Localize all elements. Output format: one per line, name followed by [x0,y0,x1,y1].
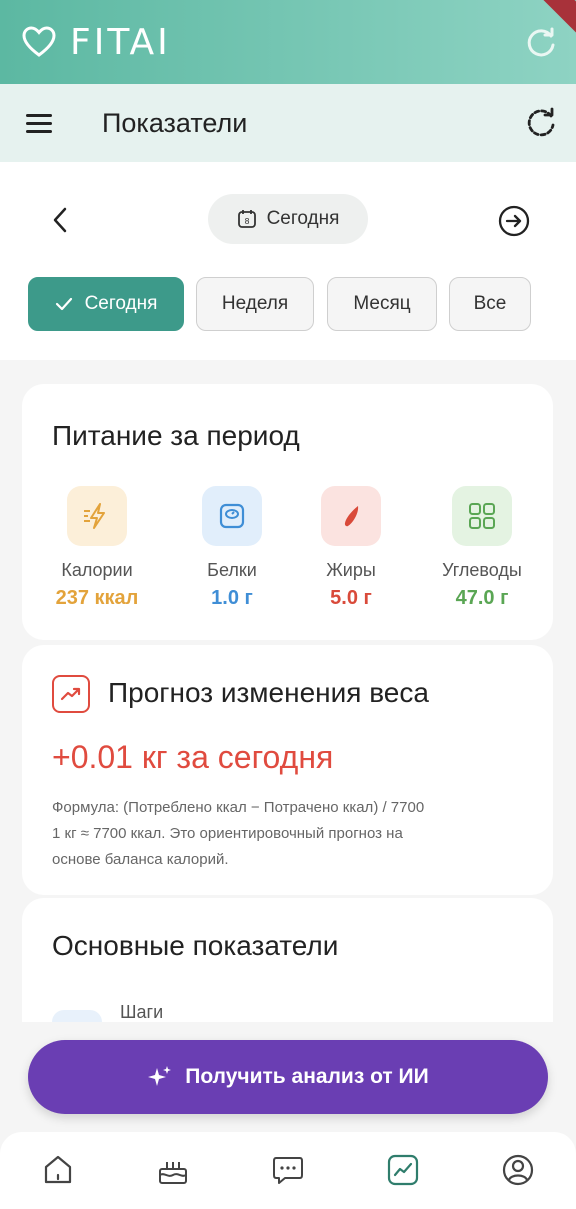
arrow-circle-right-icon [498,205,530,237]
nutrition-title: Питание за период [52,420,300,451]
heart-icon [22,26,56,57]
brand-bar: FITAI [0,0,576,84]
trend-up-icon [52,675,90,713]
home-icon[interactable] [40,1152,76,1188]
profile-icon[interactable] [500,1152,536,1188]
tab-all[interactable]: Все [449,277,531,331]
stats-icon[interactable] [385,1152,421,1188]
forecast-note: Формула: (Потреблено ккал − Потрачено кк… [52,795,424,873]
check-icon [55,297,72,311]
period-tabs: Сегодня Неделя Месяц Все [0,277,576,331]
bottom-nav [0,1132,576,1209]
main-metrics-card: Основные показатели Шаги [22,898,553,1022]
protein-value: 1.0 г [211,587,253,609]
ai-analysis-button[interactable]: Получить анализ от ИИ [28,1040,548,1114]
nutrition-carbs: Углеводы 47.0 г [422,486,542,610]
forecast-value: +0.01 кг за сегодня [52,739,334,775]
forecast-note-line: 1 кг ≈ 7700 ккал. Это ориентировочный пр… [52,825,403,842]
nutrition-calories: Калории 237 ккал [37,486,157,610]
nutrition-fat: Жиры 5.0 г [291,486,411,610]
date-selector: 8 Сегодня Сегодня Неделя Месяц Все [0,162,576,360]
tab-week-label: Неделя [221,293,289,314]
ai-analysis-label: Получить анализ от ИИ [185,1065,429,1088]
tab-all-label: Все [473,293,507,314]
next-date-button[interactable] [497,204,531,243]
carbs-label: Углеводы [442,560,522,580]
page-title: Показатели [102,108,248,138]
main-metrics-title: Основные показатели [52,930,339,961]
nutrition-protein: Белки 1.0 г [172,486,292,610]
nutrition-card: Питание за период Калории 237 ккал Белки… [22,384,553,640]
forecast-title: Прогноз изменения веса [108,677,429,708]
tab-month[interactable]: Месяц [327,277,437,331]
weight-forecast-card: Прогноз изменения веса +0.01 кг за сегод… [22,645,553,895]
forecast-note-line: Формула: (Потреблено ккал − Потрачено кк… [52,799,425,816]
fat-value: 5.0 г [330,587,372,609]
grid-icon [452,486,512,546]
calories-value: 237 ккал [55,587,139,609]
calories-label: Калории [61,560,133,580]
steps-icon [52,1010,102,1022]
chevron-left-icon [53,207,67,233]
refresh-icon[interactable] [524,106,558,145]
svg-text:8: 8 [244,217,249,226]
steps-label: Шаги [120,1002,164,1022]
drop-icon [321,486,381,546]
tab-week[interactable]: Неделя [196,277,314,331]
forecast-note-line: основе баланса калорий. [52,851,229,868]
sync-icon[interactable] [524,26,558,65]
cake-icon[interactable] [155,1152,191,1188]
fat-label: Жиры [326,560,376,580]
sparkle-icon [148,1066,172,1086]
chat-icon[interactable] [270,1152,306,1188]
tab-month-label: Месяц [353,293,411,314]
current-date-pill[interactable]: 8 Сегодня [208,194,368,244]
lightning-icon [67,486,127,546]
current-date-label: Сегодня [266,208,340,229]
protein-label: Белки [207,560,257,580]
prev-date-button[interactable] [50,206,70,239]
scale-icon [202,486,262,546]
menu-icon[interactable] [26,114,52,138]
app-bar: Показатели [0,84,576,162]
tab-today-label: Сегодня [84,293,158,314]
brand-logo: FITAI [22,22,171,63]
brand-name: FITAI [70,21,171,63]
calendar-icon: 8 [237,210,256,228]
tab-today[interactable]: Сегодня [28,277,184,331]
carbs-value: 47.0 г [455,587,509,609]
